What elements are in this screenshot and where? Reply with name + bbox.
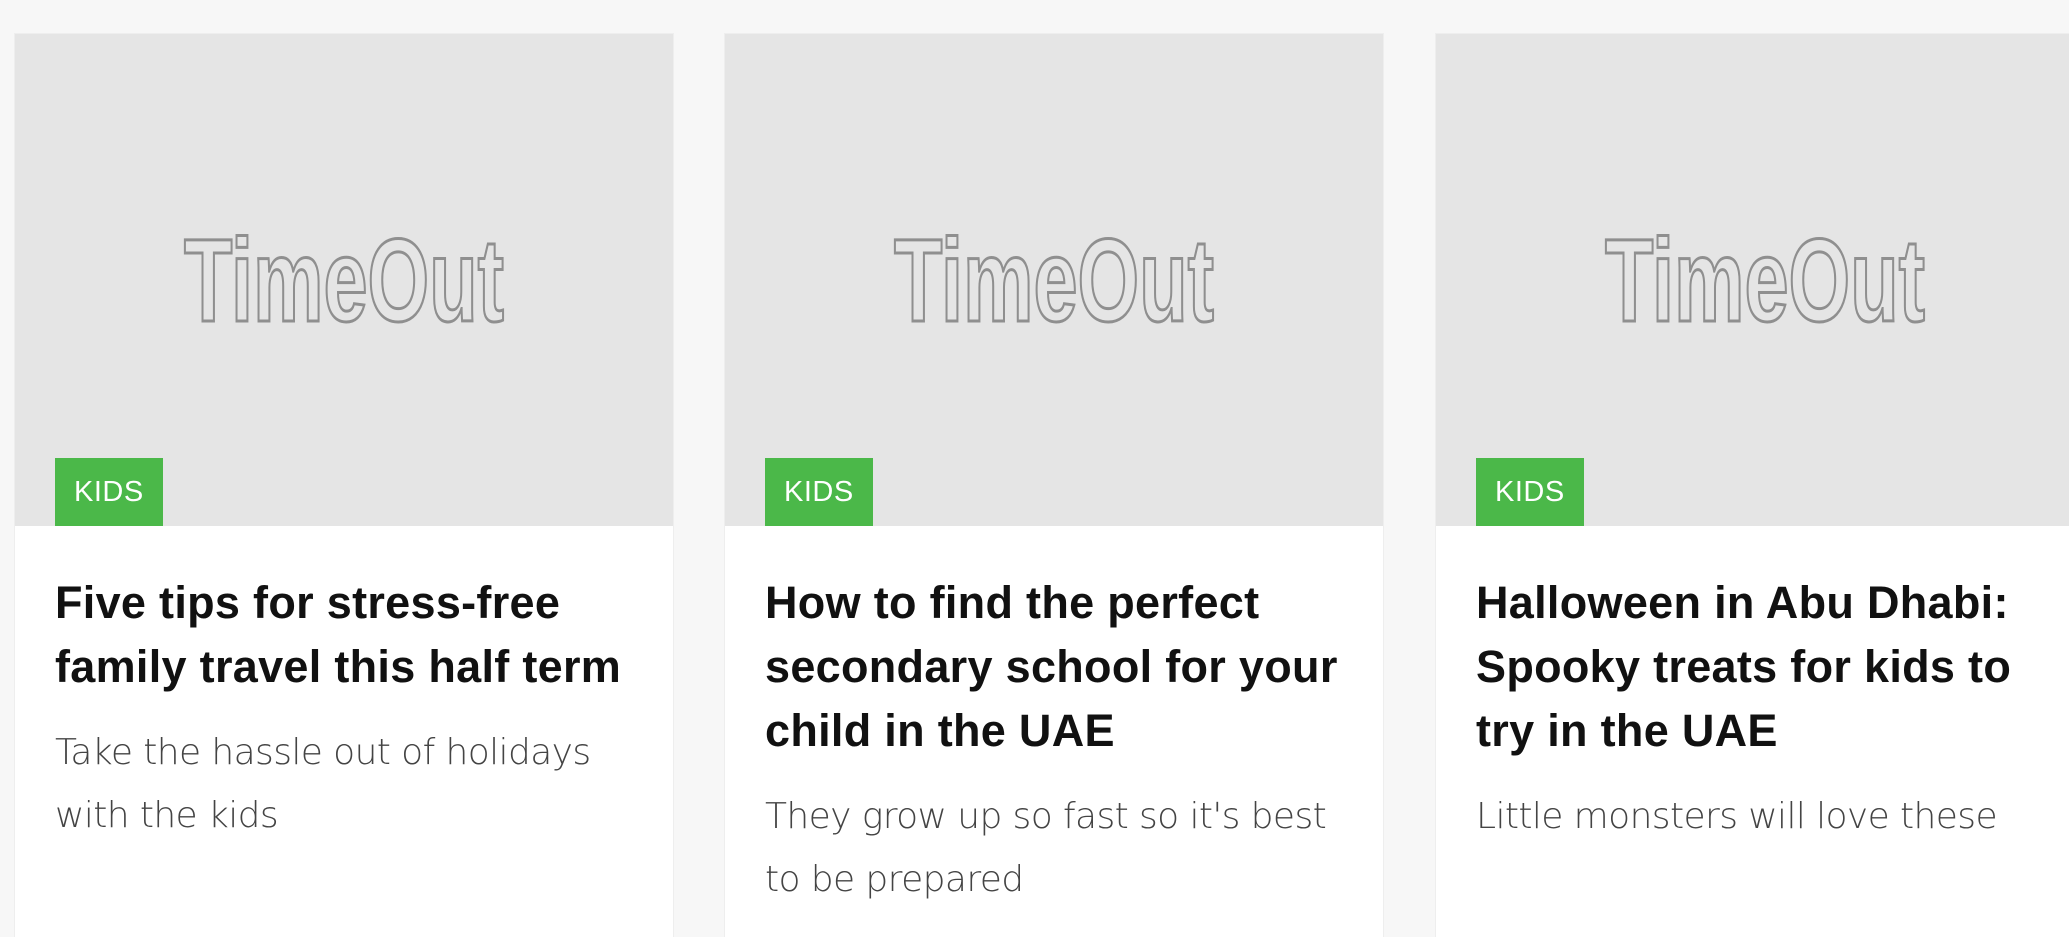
category-tag[interactable]: KIDS	[765, 458, 873, 526]
category-tag[interactable]: KIDS	[55, 458, 163, 526]
timeout-logo: TimeOut	[183, 214, 506, 349]
card-image-placeholder[interactable]: TimeOut	[1436, 34, 2069, 526]
svg-text:TimeOut: TimeOut	[894, 215, 1214, 347]
article-excerpt: They grow up so fast so it's best to be …	[765, 796, 1327, 900]
article-excerpt: Little monsters will love these	[1476, 796, 1998, 837]
article-headline[interactable]: Five tips for stress-free family travel …	[55, 571, 655, 699]
svg-text:TimeOut: TimeOut	[184, 215, 504, 347]
timeout-logo: TimeOut	[1604, 214, 1927, 349]
article-card[interactable]: TimeOut KIDS Halloween in Abu Dhabi: Spo…	[1435, 33, 2069, 937]
article-excerpt: Take the hassle out of holidays with the…	[55, 732, 591, 836]
article-card[interactable]: TimeOut KIDS Five tips for stress-free f…	[14, 33, 674, 937]
svg-text:TimeOut: TimeOut	[1605, 215, 1925, 347]
card-body: Halloween in Abu Dhabi: Spooky treats fo…	[1476, 571, 2069, 848]
article-card-list: TimeOut KIDS Five tips for stress-free f…	[0, 0, 2069, 937]
card-body: How to find the perfect secondary school…	[765, 571, 1365, 911]
card-body: Five tips for stress-free family travel …	[55, 571, 655, 847]
article-card[interactable]: TimeOut KIDS How to find the perfect sec…	[724, 33, 1384, 937]
card-image-placeholder[interactable]: TimeOut	[15, 34, 673, 526]
category-tag[interactable]: KIDS	[1476, 458, 1584, 526]
card-image-placeholder[interactable]: TimeOut	[725, 34, 1383, 526]
timeout-logo: TimeOut	[893, 214, 1216, 349]
article-headline[interactable]: Halloween in Abu Dhabi: Spooky treats fo…	[1476, 571, 2069, 763]
article-headline[interactable]: How to find the perfect secondary school…	[765, 571, 1365, 763]
